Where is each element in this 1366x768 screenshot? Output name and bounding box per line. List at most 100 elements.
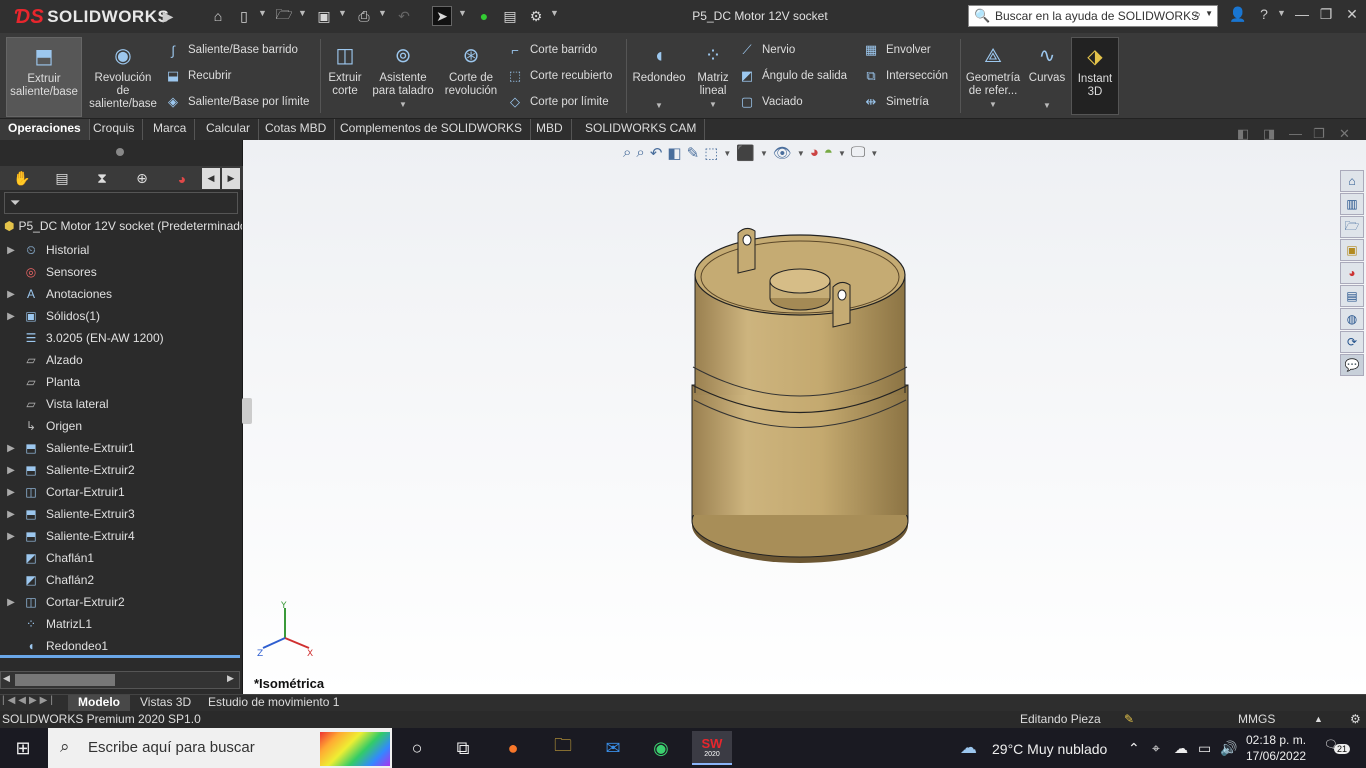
wrap-button[interactable]: ▦ Envolver <box>862 38 931 62</box>
cortana-circle-icon[interactable]: ○ <box>402 734 432 762</box>
firefox-icon[interactable]: ● <box>498 734 528 762</box>
expand-arrow-icon[interactable]: ▶ <box>0 443 22 454</box>
chevron-down-icon[interactable]: ▼ <box>709 98 717 111</box>
solidworks-logo[interactable]: ƊS SOLIDWORKS <box>14 6 169 28</box>
rollback-bar[interactable] <box>0 655 240 658</box>
chevron-down-icon[interactable]: ▼ <box>399 98 407 111</box>
rebuild-icon[interactable]: ✎ <box>1124 711 1134 727</box>
display-style-icon[interactable]: ⬛ <box>736 144 755 166</box>
tab-estudio-movimiento[interactable]: Estudio de movimiento 1 <box>198 695 349 711</box>
comments-icon[interactable]: 💬 <box>1340 354 1364 376</box>
minimize-button[interactable]: — <box>1290 6 1314 26</box>
boundary-cut-button[interactable]: ◇ Corte por límite <box>506 90 609 114</box>
tab-croquis[interactable]: Croquis <box>85 119 144 140</box>
chevron-down-icon[interactable]: ▼ <box>723 149 731 166</box>
loft-button[interactable]: ⬓ Recubrir <box>164 64 232 88</box>
chevron-down-icon[interactable]: ▼ <box>378 8 387 18</box>
zoom-to-area-icon[interactable]: ⌕ <box>636 144 644 166</box>
tab-modelo[interactable]: Modelo <box>68 695 130 711</box>
revolve-boss-button[interactable]: ◉ Revolución de saliente/base <box>88 37 158 117</box>
intersect-button[interactable]: ⧉ Intersección <box>862 64 948 88</box>
restore-button[interactable]: ❐ <box>1314 6 1338 26</box>
view-orientation-icon[interactable]: ⬚ <box>704 144 718 166</box>
expand-arrow-icon[interactable]: ▶ <box>0 311 22 322</box>
tree-item-saliente-extruir3[interactable]: ▶ ⬒ Saliente-Extruir3 <box>0 503 242 525</box>
tab-mbd[interactable]: MBD <box>528 119 572 140</box>
chevron-down-icon[interactable]: ▼ <box>1277 8 1286 18</box>
home-icon[interactable]: ⌂ <box>208 6 228 26</box>
swept-boss-button[interactable]: ∫ Saliente/Base barrido <box>164 38 298 62</box>
solidworks-resources-icon[interactable]: ⌂ <box>1340 170 1364 192</box>
help-icon[interactable]: ? <box>1252 6 1276 26</box>
section-view-icon[interactable]: ◧ <box>667 144 681 166</box>
tree-item-material[interactable]: ☰ 3.0205 (EN-AW 1200) <box>0 327 242 349</box>
tree-item-redondeo1[interactable]: ◖ Redondeo1 <box>0 635 242 657</box>
tree-item-saliente-extruir4[interactable]: ▶ ⬒ Saliente-Extruir4 <box>0 525 242 547</box>
undo-icon[interactable]: ↶ <box>394 6 414 26</box>
property-manager-tab-icon[interactable]: ▤ <box>44 168 80 189</box>
feature-manager-tab-icon[interactable]: ✋ <box>4 168 40 189</box>
chevron-down-icon[interactable]: ▼ <box>1043 99 1051 112</box>
extrude-boss-button[interactable]: ⬒ Extruir saliente/base <box>6 37 82 117</box>
windows-start-icon[interactable]: ⊞ <box>8 734 38 762</box>
chevron-down-icon[interactable]: ▼ <box>760 149 768 166</box>
chevron-down-icon[interactable]: ▼ <box>870 149 878 166</box>
weather-cloud-icon[interactable]: ☁ <box>960 738 977 758</box>
sync-icon[interactable]: ⟳ <box>1340 331 1364 353</box>
swept-cut-button[interactable]: ⌐ Corte barrido <box>506 38 597 62</box>
tree-item-sensores[interactable]: ◎ Sensores <box>0 261 242 283</box>
volume-icon[interactable]: 🔊 <box>1220 740 1237 757</box>
chevron-down-icon[interactable]: ▼ <box>989 98 997 111</box>
tree-item-chaflan1[interactable]: ◩ Chaflán1 <box>0 547 242 569</box>
status-help-icon[interactable]: ⚙ <box>1350 711 1361 727</box>
taskbar-search-input[interactable]: ⌕ Escribe aquí para buscar <box>48 728 392 768</box>
draft-button[interactable]: ◩ Ángulo de salida <box>738 64 847 88</box>
onedrive-cloud-icon[interactable]: ☁ <box>1174 740 1188 757</box>
expand-arrow-icon[interactable]: ▶ <box>0 509 22 520</box>
solidworks-forum-icon[interactable]: ◍ <box>1340 308 1364 330</box>
tree-item-saliente-extruir1[interactable]: ▶ ⬒ Saliente-Extruir1 <box>0 437 242 459</box>
configuration-manager-tab-icon[interactable]: ⧗ <box>84 168 120 189</box>
viewport-restore-button[interactable]: ❐ <box>1313 126 1325 142</box>
print-icon[interactable]: ⎙ <box>354 6 374 26</box>
chevron-down-icon[interactable]: ▼ <box>458 8 467 18</box>
dynamic-annotation-icon[interactable]: ✎ <box>687 144 700 166</box>
traffic-light-icon[interactable]: ● <box>474 6 494 26</box>
viewport-minimize-button[interactable]: — <box>1289 126 1302 141</box>
design-library-icon[interactable]: ▥ <box>1340 193 1364 215</box>
revolved-cut-button[interactable]: ⊛ Corte de revolución <box>440 37 502 117</box>
rib-button[interactable]: ⟋ Nervio <box>738 38 795 62</box>
clock[interactable]: 02:18 p. m. 17/06/2022 <box>1246 732 1306 764</box>
tab-navigation-arrows-icon[interactable]: |◀◀▶▶| <box>2 695 56 706</box>
tree-item-chaflan2[interactable]: ◩ Chaflán2 <box>0 569 242 591</box>
shell-button[interactable]: ▢ Vaciado <box>738 90 803 114</box>
expand-arrow-icon[interactable]: ▶ <box>0 597 22 608</box>
lofted-cut-button[interactable]: ⬚ Corte recubierto <box>506 64 613 88</box>
viewport-tile-left-icon[interactable]: ◧ <box>1237 126 1249 142</box>
scroll-left-icon[interactable]: ◀ <box>3 673 10 684</box>
new-document-icon[interactable]: ▯ <box>234 6 254 26</box>
tree-root-part[interactable]: ⬢ P5_DC Motor 12V socket (Predeterminado) <box>4 219 242 239</box>
chevron-down-icon[interactable]: ▼ <box>1205 9 1213 18</box>
edit-appearance-icon[interactable]: ◕ <box>810 144 819 166</box>
mirror-button[interactable]: ⇹ Simetría <box>862 90 929 114</box>
viewport-close-button[interactable]: ✕ <box>1339 126 1350 142</box>
curves-button[interactable]: ∿ Curvas ▼ <box>1026 37 1068 117</box>
tab-calcular[interactable]: Calcular <box>198 119 260 140</box>
tab-marca[interactable]: Marca <box>145 119 196 140</box>
view-settings-icon[interactable]: 🖵 <box>851 144 865 166</box>
whatsapp-icon[interactable]: ◉ <box>646 734 676 762</box>
tree-item-vista-lateral[interactable]: ▱ Vista lateral <box>0 393 242 415</box>
weather-text[interactable]: 29°C Muy nublado <box>992 741 1107 757</box>
fillet-button[interactable]: ◖ Redondeo ▼ <box>630 37 688 117</box>
motor-model-3d[interactable] <box>683 225 913 615</box>
tab-scroll-right-icon[interactable]: ▶ <box>222 168 240 189</box>
chevron-down-icon[interactable]: ▼ <box>838 149 846 166</box>
chevron-up-icon[interactable]: ⌃ <box>1128 740 1140 757</box>
scrollbar-thumb[interactable] <box>15 674 115 686</box>
chevron-down-icon[interactable]: ▼ <box>550 8 559 18</box>
dimxpert-tab-icon[interactable]: ⊕ <box>124 168 160 189</box>
tab-scroll-left-icon[interactable]: ◀ <box>202 168 220 189</box>
units-selector[interactable]: MMGS <box>1238 711 1275 727</box>
expand-arrow-icon[interactable]: ▶ <box>0 289 22 300</box>
